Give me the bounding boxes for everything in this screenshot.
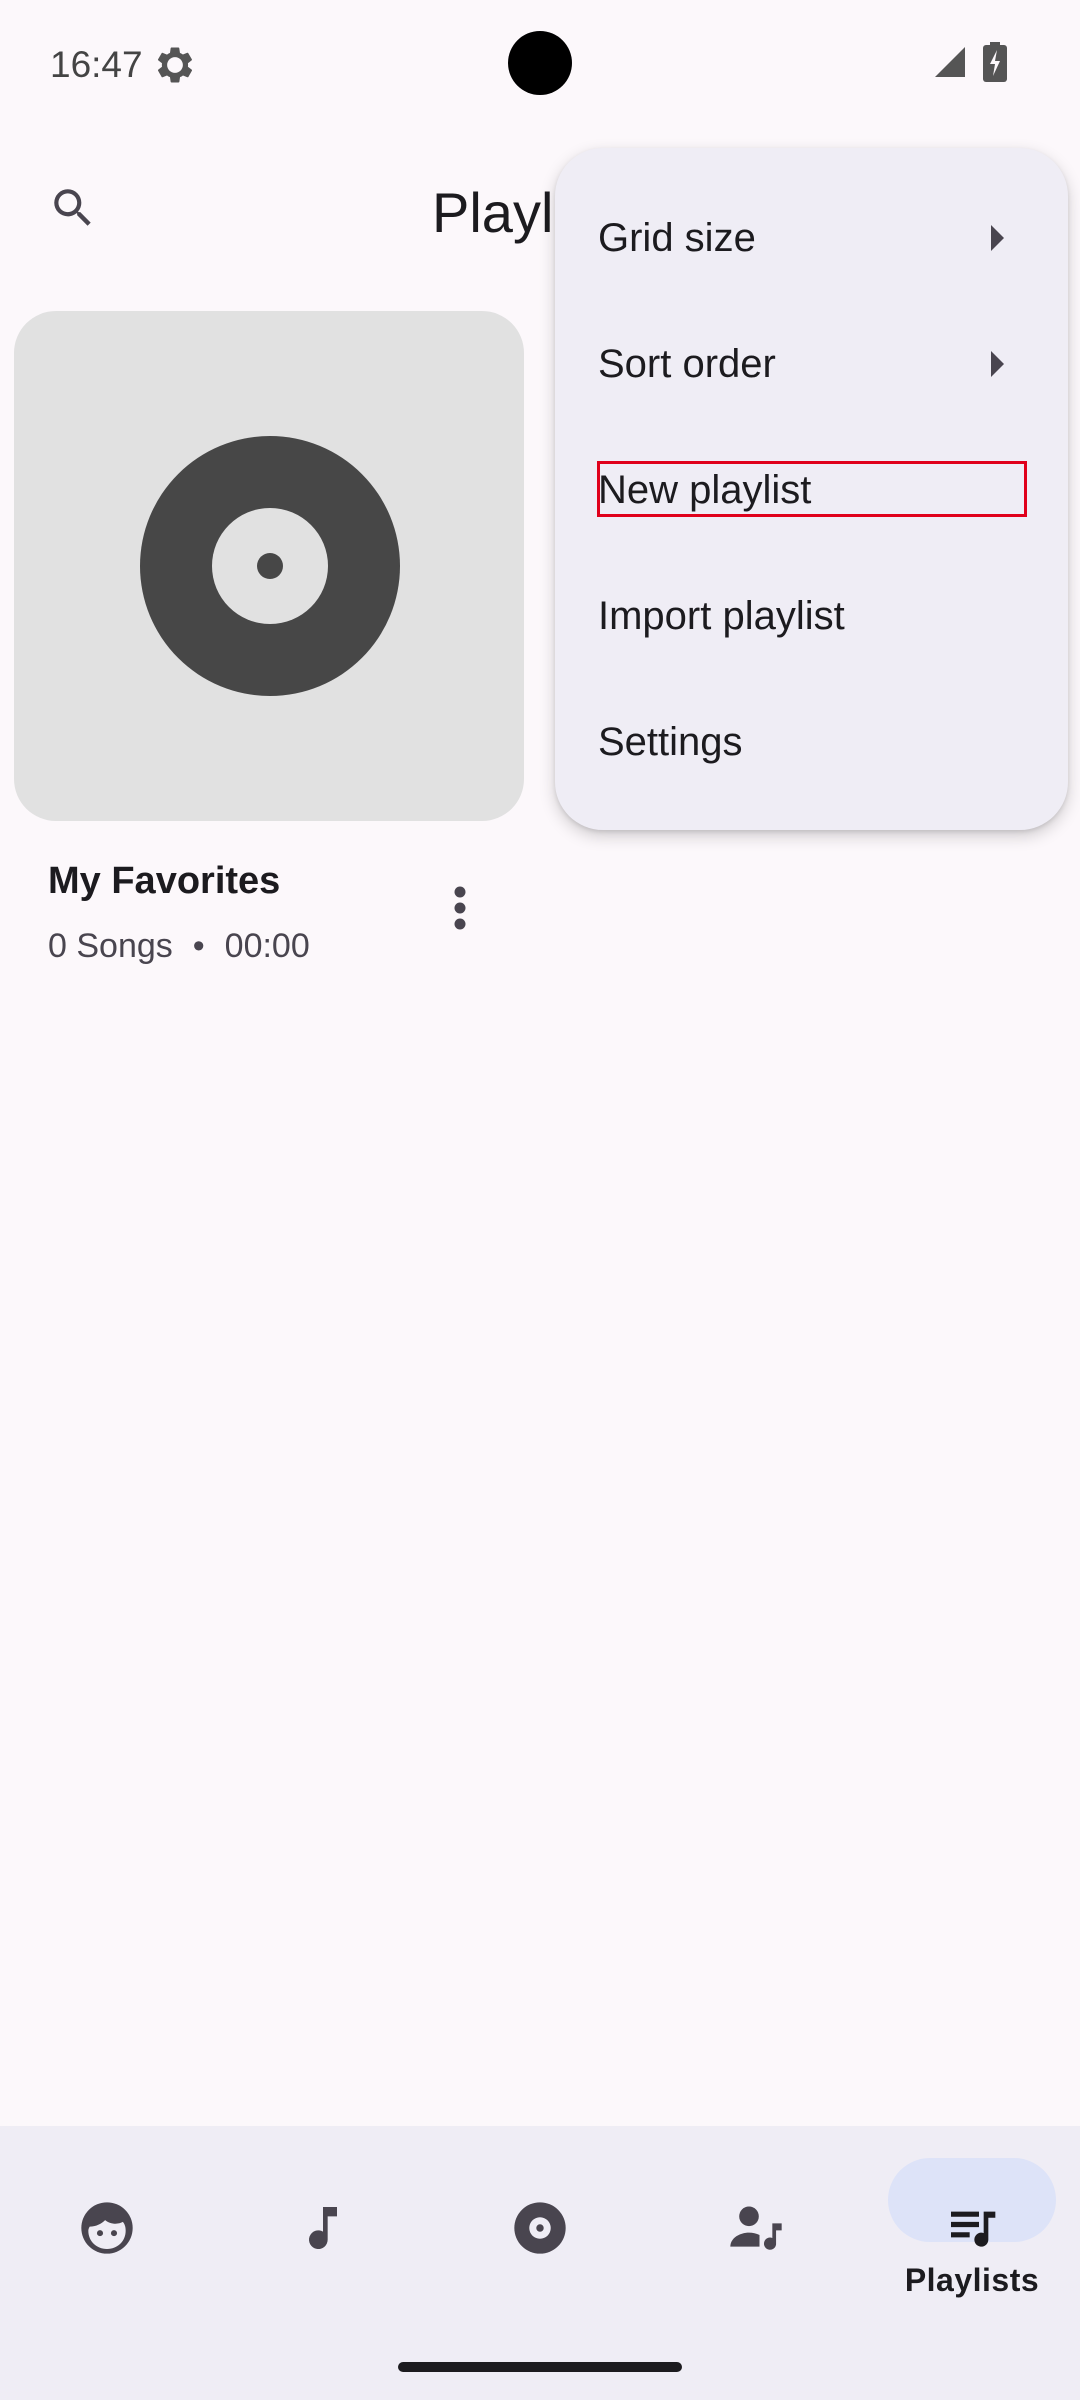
settings-gear-status-icon: [154, 44, 196, 86]
signal-icon: [932, 44, 968, 80]
camera-cutout: [508, 31, 572, 95]
playlist-more-options-button[interactable]: [430, 880, 490, 940]
menu-item-sort-order[interactable]: Sort order: [555, 300, 1068, 426]
menu-item-label: Grid size: [598, 216, 756, 260]
nav-item-albums[interactable]: [470, 2160, 610, 2300]
artist-icon: [728, 2200, 784, 2261]
submenu-arrow-icon: [991, 225, 1004, 251]
more-vert-icon: [453, 886, 467, 935]
battery-charging-icon: [983, 42, 1007, 82]
music-note-icon: [295, 2200, 351, 2261]
nav-item-songs[interactable]: [253, 2160, 393, 2300]
menu-item-settings[interactable]: Settings: [555, 678, 1068, 804]
playlist-name: My Favorites: [48, 860, 281, 902]
nav-item-for-you[interactable]: [37, 2160, 177, 2300]
status-time: 16:47: [50, 44, 143, 85]
gesture-handle: [398, 2362, 682, 2372]
menu-item-grid-size[interactable]: Grid size: [555, 174, 1068, 300]
nav-item-artists[interactable]: [686, 2160, 826, 2300]
album-disc-placeholder-icon: [140, 436, 400, 696]
nav-item-playlists-label: Playlists: [904, 2262, 1040, 2298]
submenu-arrow-icon: [991, 351, 1004, 377]
menu-item-label: Settings: [598, 720, 743, 764]
for-you-face-icon: [79, 2200, 135, 2261]
playlist-duration: 00:00: [224, 927, 310, 965]
album-disc-icon: [512, 2200, 568, 2261]
playlist-meta: 0 Songs • 00:00: [48, 924, 310, 968]
menu-item-import-playlist[interactable]: Import playlist: [555, 552, 1068, 678]
menu-item-label: Import playlist: [598, 594, 845, 638]
menu-item-label: Sort order: [598, 342, 776, 386]
search-button[interactable]: [38, 175, 108, 245]
playlist-icon: [944, 2200, 1000, 2261]
highlight-outline: [597, 461, 1027, 517]
search-icon: [48, 183, 98, 238]
playlist-song-count: 0 Songs: [48, 927, 173, 965]
meta-separator: •: [192, 927, 205, 965]
